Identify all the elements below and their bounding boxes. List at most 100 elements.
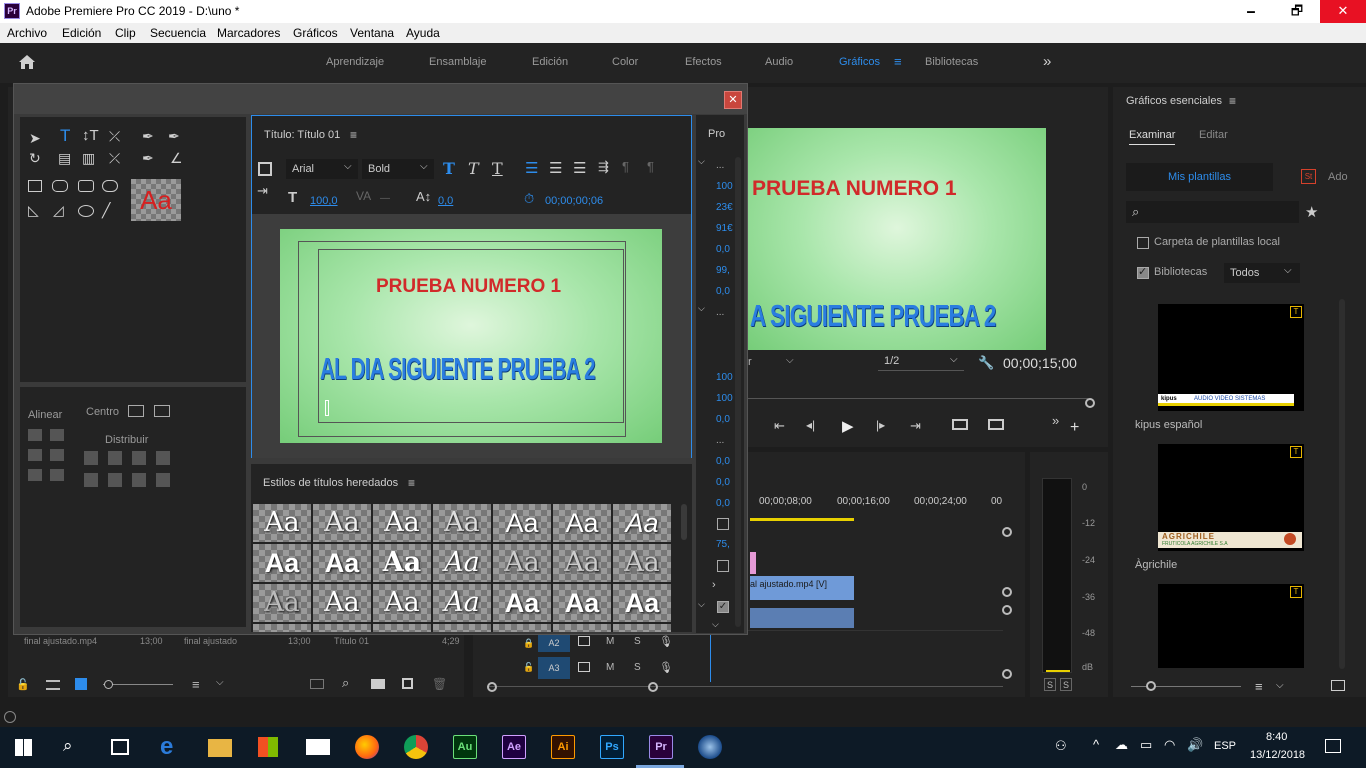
workspace-aprendizaje[interactable]: Aprendizaje	[326, 56, 384, 68]
property-value[interactable]: 0,0	[716, 244, 730, 255]
search-icon[interactable]: ⌕	[63, 736, 73, 756]
my-templates-tab[interactable]: Mis plantillas	[1126, 163, 1273, 191]
thumb-size-handle[interactable]	[1146, 681, 1156, 691]
property-value[interactable]: ...	[716, 435, 724, 446]
property-value[interactable]: 100	[716, 393, 733, 404]
property-value[interactable]: 0,0	[716, 286, 730, 297]
property-value[interactable]: 0,0	[716, 477, 730, 488]
panel-menu-icon[interactable]: ≡	[1229, 94, 1236, 108]
icon-view-icon[interactable]	[75, 678, 87, 690]
close-button[interactable]: ✕	[1320, 0, 1366, 23]
photoshop-icon[interactable]: Ps	[600, 735, 624, 759]
adobe-stock-tab[interactable]: St Ado	[1273, 163, 1366, 191]
new-item-icon[interactable]	[402, 678, 413, 689]
libraries-checkbox[interactable]: ✓	[1137, 266, 1149, 279]
title-canvas[interactable]: PRUEBA NUMERO 1 AL DIA SIGUIENTE PRUEBA …	[280, 229, 662, 443]
pen-tool-icon[interactable]: ✒	[142, 129, 154, 143]
mic-icon[interactable]: 🎙	[659, 661, 673, 674]
property-value[interactable]: 100	[716, 181, 733, 192]
wifi-icon[interactable]: ◠	[1164, 737, 1175, 753]
template-search-input[interactable]: ⌕	[1126, 201, 1299, 223]
property-value[interactable]: 100	[716, 372, 733, 383]
file-explorer-icon[interactable]	[208, 739, 232, 757]
property-value[interactable]: 23€	[716, 202, 733, 213]
chevron-down-icon[interactable]: ⌵	[1276, 680, 1284, 691]
track-output-icon[interactable]	[578, 636, 590, 646]
resolution-dropdown[interactable]: 1/2 ⌵	[878, 353, 964, 371]
tab-left-icon[interactable]: ¶	[622, 159, 629, 174]
title-timecode[interactable]: 00;00;00;06	[545, 195, 603, 207]
font-size-value[interactable]: 100,0	[310, 195, 338, 207]
properties-tab[interactable]: Pro	[708, 128, 725, 140]
volume-icon[interactable]: 🔊	[1187, 737, 1203, 753]
style-swatch-preview[interactable]: Aa	[131, 179, 181, 221]
tab-right-icon[interactable]: ¶	[647, 159, 654, 174]
chevron-down-icon[interactable]: ⌵	[698, 599, 705, 610]
search-icon[interactable]: ⌕	[342, 675, 349, 691]
track-lock-icon[interactable]: 🔓	[523, 662, 534, 673]
property-value[interactable]: 99,	[716, 265, 730, 276]
tab-stops-icon[interactable]: ⇶	[598, 159, 609, 175]
cinema4d-icon[interactable]	[698, 735, 722, 759]
lock-icon[interactable]: 🔓	[16, 678, 30, 691]
style-swatch[interactable]: Aa	[553, 504, 611, 542]
workspace-audio[interactable]: Audio	[765, 56, 793, 68]
properties-scrollbar[interactable]	[735, 157, 741, 627]
menu-archivo[interactable]: Archivo	[7, 26, 47, 40]
language-indicator[interactable]: ESP	[1214, 740, 1236, 752]
add-anchor-tool-icon[interactable]: ✒	[142, 151, 154, 165]
people-icon[interactable]: ⚇	[1055, 738, 1067, 754]
vertical-zoom-handle[interactable]	[1002, 669, 1012, 679]
style-swatch-partial[interactable]	[313, 624, 371, 632]
menu-marcadores[interactable]: Marcadores	[217, 26, 280, 40]
style-swatch[interactable]: Aa	[613, 584, 671, 622]
home-icon[interactable]	[18, 54, 36, 70]
property-checkbox-checked[interactable]: ✓	[717, 601, 729, 613]
type-tool-icon[interactable]: T	[60, 127, 70, 144]
rounded-rectangle-tool-icon[interactable]	[78, 180, 94, 192]
style-swatch-partial[interactable]	[553, 624, 611, 632]
workspace-menu-icon[interactable]: ≡	[894, 54, 902, 69]
program-video-frame[interactable]: PRUEBA NUMERO 1 A SIGUIENTE PRUEBA 2	[748, 128, 1046, 350]
mute-a3[interactable]: M	[606, 662, 614, 673]
solo-right-button[interactable]: S	[1060, 678, 1072, 691]
windows-start-icon[interactable]	[15, 739, 32, 756]
chevron-right-icon[interactable]: ›	[712, 579, 716, 591]
more-workspaces-icon[interactable]: »	[1043, 53, 1051, 70]
style-swatch[interactable]: Aa	[433, 544, 491, 582]
font-style-dropdown[interactable]: Bold ⌵	[362, 159, 434, 179]
sort-icon[interactable]: ≡	[192, 677, 200, 692]
more-controls-icon[interactable]: »	[1052, 413, 1059, 428]
bold-button-icon[interactable]: T	[443, 159, 455, 178]
restore-button[interactable]: 🗗	[1274, 0, 1320, 23]
style-swatch[interactable]: Aa	[613, 544, 671, 582]
clock-time[interactable]: 8:40	[1266, 731, 1287, 743]
vertical-area-type-tool-icon[interactable]: ▥	[82, 151, 95, 165]
style-swatch-partial[interactable]	[373, 624, 431, 632]
tab-examinar[interactable]: Examinar	[1129, 129, 1176, 145]
property-value[interactable]: 91€	[716, 223, 733, 234]
distribute-row-2[interactable]	[84, 473, 174, 487]
style-swatch[interactable]: Aa	[433, 504, 491, 542]
style-swatch[interactable]: Aa	[433, 584, 491, 622]
trash-icon[interactable]: 🗑	[432, 677, 447, 691]
font-family-dropdown[interactable]: Arial ⌵	[286, 159, 358, 179]
property-value[interactable]: ...	[716, 160, 724, 171]
fit-dropdown[interactable]: r ⌵	[748, 354, 798, 372]
rectangle-tool-icon[interactable]	[28, 180, 42, 192]
new-layer-icon[interactable]	[1331, 680, 1345, 691]
panel-menu-icon[interactable]: ≡	[350, 128, 357, 142]
mic-icon[interactable]: 🎙	[659, 635, 673, 648]
notifications-icon[interactable]	[1325, 739, 1341, 753]
zoom-slider-handle[interactable]	[104, 680, 113, 689]
align-text-center-icon[interactable]: ☰	[549, 159, 562, 177]
style-swatch[interactable]: Aa	[493, 504, 551, 542]
mute-a2[interactable]: M	[606, 636, 614, 647]
automate-icon[interactable]	[310, 679, 324, 689]
property-value[interactable]: 0,0	[716, 414, 730, 425]
arc-tool-icon[interactable]: ◿	[53, 203, 64, 217]
style-swatch-partial[interactable]	[433, 624, 491, 632]
workspace-edicion[interactable]: Edición	[532, 56, 568, 68]
style-swatch-partial[interactable]	[253, 624, 311, 632]
add-button-icon[interactable]: +	[1070, 419, 1079, 437]
